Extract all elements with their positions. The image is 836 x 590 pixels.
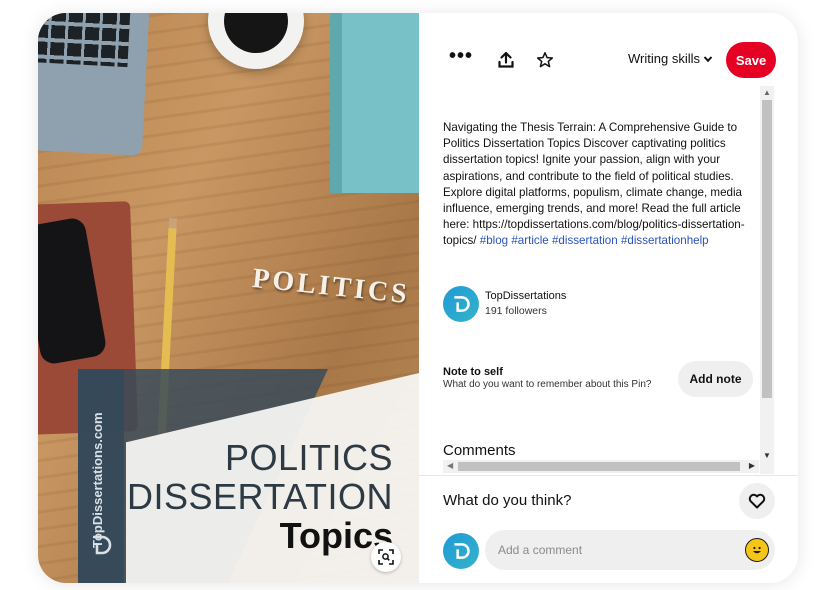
- creator-avatar[interactable]: [443, 286, 479, 322]
- pin-details-panel: ••• Writing skills Save Navigating the T…: [419, 13, 798, 583]
- creator-followers: 191 followers: [485, 305, 547, 317]
- scroll-left-arrow-icon[interactable]: ◀: [447, 461, 453, 470]
- comment-prompt: What do you think?: [443, 492, 572, 509]
- hashtag-link[interactable]: #article: [511, 234, 548, 247]
- heart-icon: [748, 493, 766, 509]
- hashtag-link[interactable]: #blog: [480, 234, 508, 247]
- visual-search-icon: [378, 549, 394, 565]
- laptop-graphic: [38, 13, 151, 156]
- save-button[interactable]: Save: [726, 42, 776, 78]
- details-scroll-region[interactable]: Navigating the Thesis Terrain: A Compreh…: [419, 86, 778, 474]
- add-note-button[interactable]: Add note: [678, 361, 753, 397]
- vertical-scrollbar[interactable]: ▲ ▼: [760, 86, 774, 474]
- brand-logo-icon: [93, 535, 112, 555]
- user-logo-icon: [454, 543, 470, 559]
- scroll-up-arrow-icon[interactable]: ▲: [763, 88, 771, 97]
- teal-book-graphic: [330, 13, 419, 193]
- board-select-label: Writing skills: [628, 51, 700, 66]
- emoji-icon[interactable]: [745, 538, 769, 562]
- horizontal-scroll-thumb[interactable]: [458, 462, 740, 471]
- visual-search-button[interactable]: [371, 542, 401, 572]
- chevron-down-icon: [703, 55, 713, 62]
- creator-logo-icon: [454, 296, 470, 312]
- note-title: Note to self: [443, 366, 503, 378]
- pin-closeup-card: POLITICS TopDissertations.com POLITICS D…: [38, 13, 798, 583]
- more-options-icon[interactable]: •••: [448, 43, 474, 69]
- pin-description: Navigating the Thesis Terrain: A Compreh…: [443, 120, 755, 250]
- divider: [419, 475, 798, 476]
- brand-vertical-text: TopDissertations.com: [90, 412, 105, 548]
- star-icon[interactable]: [532, 47, 558, 73]
- scroll-right-arrow-icon[interactable]: ▶: [749, 461, 755, 470]
- horizontal-scrollbar[interactable]: ◀ ▶: [443, 460, 759, 473]
- react-heart-button[interactable]: [739, 483, 775, 519]
- description-text: Navigating the Thesis Terrain: A Compreh…: [443, 121, 745, 248]
- image-title-line-2: DISSERTATION: [126, 476, 393, 517]
- comments-heading[interactable]: Comments: [443, 442, 516, 459]
- note-subtitle: What do you want to remember about this …: [443, 379, 652, 390]
- hashtag-link[interactable]: #dissertationhelp: [621, 234, 709, 247]
- board-select-dropdown[interactable]: Writing skills: [628, 51, 713, 66]
- vertical-scroll-thumb[interactable]: [762, 100, 772, 398]
- image-title-line-1: POLITICS: [224, 437, 393, 478]
- share-upload-icon[interactable]: [493, 47, 519, 73]
- pin-toolbar: ••• Writing skills Save: [419, 39, 798, 81]
- hashtag-link[interactable]: #dissertation: [552, 234, 618, 247]
- pin-image[interactable]: POLITICS TopDissertations.com POLITICS D…: [38, 13, 419, 583]
- creator-name[interactable]: TopDissertations: [485, 290, 566, 302]
- current-user-avatar[interactable]: [443, 533, 479, 569]
- scroll-down-arrow-icon[interactable]: ▼: [763, 451, 771, 460]
- add-comment-input[interactable]: [485, 530, 775, 570]
